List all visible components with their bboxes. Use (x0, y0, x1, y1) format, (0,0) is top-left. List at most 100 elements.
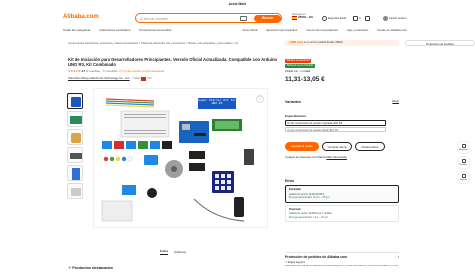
chevron-down-icon[interactable]: › (398, 255, 399, 259)
shipping-eta: Entrega garantizada: 7 jun. - 10 jun. (289, 215, 329, 219)
buy-now-button[interactable]: Comprar ahora (322, 142, 352, 151)
supplier-row: Shenzhen Minyou Electronic Technology Co… (68, 76, 152, 81)
tab-photos[interactable]: Fotos (160, 249, 169, 255)
spain-flag-icon (292, 16, 297, 20)
shipping-option-premium[interactable]: Premium Gastos de envío: 26,82 € por 1 u… (285, 204, 399, 222)
thumbnail-list (67, 93, 85, 201)
variants-section: Variantes Elegir Especificación Kit de co… (285, 100, 399, 133)
message-icon (461, 144, 466, 148)
shipping-option-standard[interactable]: Estándar Gastos de envío: 12,82-28,68 € … (285, 185, 399, 203)
subnav-app[interactable]: App y extensión (347, 28, 368, 33)
promo-banner[interactable]: - US$6 extra en tu primer pedido desde U… (285, 40, 399, 46)
variant-option[interactable]: Kit de construcción de versión oficial U… (285, 126, 386, 133)
breadcrumb[interactable]: Componentes electrónicos, accesorios y t… (68, 42, 238, 45)
shield-icon: ⛨ (285, 260, 287, 264)
guaranteed-badge: Alibaba Guaranteed (285, 59, 312, 63)
subnav-all-categories[interactable]: Todas las categorías (63, 28, 91, 33)
thumbnail[interactable] (67, 165, 83, 181)
promo-tag: - US$6 extra (288, 41, 303, 44)
spec-label: Especificación (285, 114, 307, 119)
camera-icon[interactable] (240, 16, 247, 21)
thumbnail[interactable] (67, 93, 83, 109)
supplier-country: CN (147, 76, 152, 80)
shipping-title: Envío (285, 179, 295, 183)
thumbnail[interactable] (67, 129, 83, 145)
sparkle-icon: ✦ (68, 266, 72, 270)
alibaba-logo[interactable]: Alibaba.com (63, 14, 99, 22)
subnav-sell[interactable]: Vende en Alibaba.com (377, 28, 407, 33)
ranking-badge[interactable]: Nº 3 más popular en Kits educativos (119, 69, 164, 73)
announcement-bar: Accio Work (0, 0, 475, 8)
kit-label: Super Starter Kit for UNO R3 (198, 98, 236, 109)
supplier-name[interactable]: Shenzhen Minyou Electronic Technology Co… (68, 76, 130, 80)
price-range: 11,31-13,05 € (285, 76, 325, 84)
starter-kit-illustration (101, 98, 254, 222)
price-card: Alibaba Guaranteed Tarifa de envío inclu… (285, 59, 399, 84)
add-to-cart-button[interactable]: Agregar al carrito (285, 142, 319, 151)
floating-rail: Mensajes Pedidos Ayuda (458, 142, 469, 187)
rail-orders-button[interactable]: Pedidos (458, 157, 469, 168)
rating-row: ★★★★★ 4.7 (4 reseñas) · 71 vendidos Nº 3… (68, 69, 165, 73)
highlights-section: ✦ Productos destacados (68, 266, 273, 275)
variants-title: Variantes (285, 100, 301, 104)
chat-now-button[interactable]: Chatea ahora (355, 142, 385, 151)
divider (285, 252, 399, 253)
orders-icon (461, 159, 466, 163)
protection-title: Protección de pedidos de Alibaba.com (285, 254, 348, 259)
subnav-accio-work[interactable]: Accio Work (242, 28, 257, 33)
announcement-brand: Accio Work (228, 2, 247, 6)
klarna-link[interactable]: Más información (326, 155, 347, 159)
highlights-title: ✦ Productos destacados (68, 266, 113, 270)
star-icon: ★★★★★ (68, 69, 81, 73)
avatar (383, 16, 388, 21)
thumbnail[interactable] (67, 183, 83, 199)
account-button[interactable]: Iniciar sesión (383, 16, 407, 21)
promo-text: en tu primer pedido desde US$10 (303, 41, 343, 44)
messages-button[interactable] (365, 16, 371, 21)
globe-icon (322, 16, 327, 21)
cart-icon (353, 16, 358, 21)
product-image[interactable] (93, 88, 268, 228)
shipping-eta: Entrega garantizada: 10 jun. - 26 jun. (289, 196, 331, 200)
secure-payments-label: ⛨ Pagos seguros (285, 260, 305, 264)
search-input[interactable]: El artículo completo (140, 17, 168, 21)
deliver-value: 28660 - ES (298, 15, 314, 20)
shipping-cost: Gastos de envío: 26,82 € por 1 unidad (289, 211, 332, 215)
china-flag-icon (141, 77, 147, 81)
sub-navigation: Todas las categorías Fabricantes verific… (63, 28, 413, 34)
thumbnail[interactable] (67, 147, 83, 163)
sold-count: 71 vendidos (102, 69, 118, 73)
rail-help-button[interactable]: Ayuda (458, 172, 469, 183)
rail-messages-button[interactable]: Mensajes (458, 142, 469, 153)
shipping-name: Estándar (289, 187, 301, 192)
subnav-order-protection[interactable]: Protecciones del pedido (139, 28, 171, 33)
subnav-verified-manufacturers[interactable]: Fabricantes verificados (100, 28, 131, 33)
shipping-name: Premium (289, 206, 301, 211)
review-count[interactable]: (4 reseñas) (86, 69, 100, 73)
tab-attributes[interactable]: Atributos (174, 250, 186, 255)
language-selector[interactable]: Español-EUR (322, 16, 346, 21)
order-protection-link[interactable]: Protección de pedidos (405, 40, 475, 46)
promo-area: - US$6 extra en tu primer pedido desde U… (285, 40, 399, 46)
media-tabs: Fotos Atributos (160, 249, 192, 255)
heart-icon[interactable]: ♡ (256, 95, 264, 103)
supplier-years: 7 años (132, 76, 141, 80)
chat-icon (365, 16, 370, 21)
search-button[interactable]: Buscar (254, 15, 281, 22)
variant-option[interactable]: Kit de construcción de versión mejorada … (285, 120, 386, 126)
subnav-requirements[interactable]: Ejecución de requisitos (267, 28, 298, 33)
deliver-to[interactable]: Entregar en: 28660 - ES (292, 13, 313, 20)
shipping-included-badge: Tarifa de envío incluida (285, 64, 315, 68)
account-label: Iniciar sesión (389, 15, 407, 20)
product-title: Kit de Iniciación para Desarrolladores P… (68, 57, 278, 68)
klarna-info: 3 pagos sin intereses con Klarna Más inf… (285, 155, 399, 159)
cart-button[interactable]: 0 (353, 16, 361, 21)
rating-value: 4.7 (81, 69, 86, 73)
help-icon (461, 174, 466, 178)
purchase-actions: Agregar al carrito Comprar ahora Chatea … (285, 142, 399, 159)
subnav-buyer-center[interactable]: Centro de compradores (306, 28, 338, 33)
thumbnail[interactable] (67, 111, 83, 127)
secure-payments-desc: Cada pago que realizas en Alibaba.com es… (285, 264, 399, 267)
select-variant-link[interactable]: Elegir (392, 100, 399, 104)
search-bar[interactable]: El artículo completo Buscar (135, 13, 282, 23)
